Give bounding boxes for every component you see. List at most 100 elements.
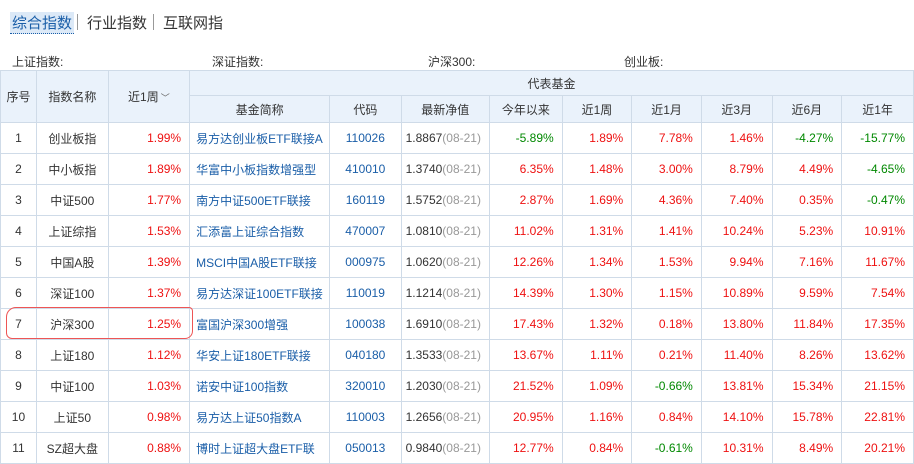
fund-nav-value: 1.2656 xyxy=(405,410,443,424)
fund-3m: 13.80% xyxy=(700,308,773,340)
fund-3m: 1.46% xyxy=(700,122,773,154)
fund-code-link[interactable]: 410010 xyxy=(345,162,385,176)
fund-code-link[interactable]: 110003 xyxy=(346,410,385,424)
header-index-name: 指数名称 xyxy=(35,70,109,123)
fund-nav-value: 1.1214 xyxy=(405,286,443,300)
fund-1w: 1.48% xyxy=(561,153,633,185)
fund-code-link[interactable]: 470007 xyxy=(345,224,385,238)
index-week-change: 1.25% xyxy=(107,308,191,340)
header-index: 序号 xyxy=(0,70,37,123)
fund-ytd: 12.26% xyxy=(488,246,563,278)
header-nav[interactable]: 最新净值 xyxy=(400,95,490,123)
index-week-change: 1.37% xyxy=(107,277,191,309)
fund-6m: 7.16% xyxy=(771,246,843,278)
fund-1m: -0.61% xyxy=(631,432,702,464)
fund-ytd: 20.95% xyxy=(488,401,563,433)
header-ytd[interactable]: 今年以来 xyxy=(488,95,563,123)
fund-1y: 17.35% xyxy=(841,308,914,340)
tab-internet-index[interactable]: 互联网指 xyxy=(163,12,223,33)
fund-6m: 11.84% xyxy=(771,308,843,340)
fund-ytd: 12.77% xyxy=(488,432,563,464)
fund-code-cell: 110019 xyxy=(329,277,402,309)
fund-1m: 7.78% xyxy=(631,122,702,154)
fund-code-cell: 050013 xyxy=(329,432,402,464)
fund-nav-date: (08-21) xyxy=(442,441,481,455)
row-number: 8 xyxy=(0,339,37,371)
fund-1y: 11.67% xyxy=(841,246,914,278)
fund-code-cell: 320010 xyxy=(329,370,402,402)
fund-name-cell: 博时上证超大盘ETF联 xyxy=(189,432,331,464)
fund-code-link[interactable]: 000975 xyxy=(345,255,385,269)
fund-1y: 22.81% xyxy=(841,401,914,433)
fund-1y: 7.54% xyxy=(841,277,914,309)
table-row: 7 沪深300 1.25% 富国沪深300增强 100038 1.6910(08-21) 1… xyxy=(0,308,914,340)
fund-1y: 10.91% xyxy=(841,215,914,247)
index-name: 中小板指 xyxy=(35,153,109,185)
header-fund-3m[interactable]: 近3月 xyxy=(700,95,773,123)
fund-1w: 1.89% xyxy=(561,122,633,154)
fund-name-cell: 汇添富上证综合指数 xyxy=(189,215,331,247)
fund-name-link[interactable]: 华安上证180ETF联接 xyxy=(196,349,311,363)
fund-code-cell: 160119 xyxy=(329,184,402,216)
fund-ytd: 13.67% xyxy=(488,339,563,371)
fund-code-link[interactable]: 100038 xyxy=(345,317,385,331)
fund-3m: 14.10% xyxy=(700,401,773,433)
fund-3m: 10.89% xyxy=(700,277,773,309)
fund-code-link[interactable]: 110019 xyxy=(346,286,385,300)
fund-code-link[interactable]: 050013 xyxy=(345,441,385,455)
fund-name-link[interactable]: 易方达创业板ETF联接A xyxy=(196,132,323,146)
fund-name-cell: 富国沪深300增强 xyxy=(189,308,331,340)
fund-code-cell: 110003 xyxy=(329,401,402,433)
tab-separator xyxy=(153,14,154,30)
fund-name-link[interactable]: MSCI中国A股ETF联接 xyxy=(196,256,317,270)
header-fund-1m[interactable]: 近1月 xyxy=(631,95,702,123)
index-week-change: 1.39% xyxy=(107,246,191,278)
header-fund-1y[interactable]: 近1年 xyxy=(841,95,914,123)
fund-name-link[interactable]: 易方达上证50指数A xyxy=(196,411,301,425)
fund-nav: 1.2656(08-21) xyxy=(400,401,490,433)
fund-name-link[interactable]: 华富中小板指数增强型 xyxy=(196,163,316,177)
fund-1m: -0.66% xyxy=(631,370,702,402)
fund-code-link[interactable]: 320010 xyxy=(345,379,385,393)
fund-nav: 1.8867(08-21) xyxy=(400,122,490,154)
chevron-down-icon: ﹀ xyxy=(160,93,170,103)
fund-3m: 8.79% xyxy=(700,153,773,185)
fund-code-link[interactable]: 040180 xyxy=(345,348,385,362)
tab-industry-index[interactable]: 行业指数 xyxy=(87,12,147,33)
index-name: 沪深300 xyxy=(35,308,109,340)
index-name: 上证50 xyxy=(35,401,109,433)
fund-nav: 1.6910(08-21) xyxy=(400,308,490,340)
fund-nav: 1.1214(08-21) xyxy=(400,277,490,309)
fund-code-cell: 000975 xyxy=(329,246,402,278)
fund-3m: 10.24% xyxy=(700,215,773,247)
fund-nav-date: (08-21) xyxy=(442,162,481,176)
fund-6m: 9.59% xyxy=(771,277,843,309)
index-week-change: 0.98% xyxy=(107,401,191,433)
fund-name-link[interactable]: 汇添富上证综合指数 xyxy=(196,225,304,239)
fund-name-link[interactable]: 博时上证超大盘ETF联 xyxy=(196,442,315,456)
fund-code-link[interactable]: 160119 xyxy=(346,193,385,207)
fund-3m: 13.81% xyxy=(700,370,773,402)
header-fund-1w[interactable]: 近1周 xyxy=(561,95,633,123)
quote-hs300-label: 沪深300: xyxy=(428,55,476,69)
fund-3m: 11.40% xyxy=(700,339,773,371)
header-representative-fund: 代表基金 xyxy=(189,70,914,96)
fund-6m: 4.49% xyxy=(771,153,843,185)
header-fund-6m[interactable]: 近6月 xyxy=(771,95,843,123)
table-row: 1 创业板指 1.99% 易方达创业板ETF联接A 110026 1.8867(08-21… xyxy=(0,122,914,154)
fund-nav: 1.3533(08-21) xyxy=(400,339,490,371)
tab-composite-index[interactable]: 综合指数 xyxy=(10,12,75,34)
fund-name-link[interactable]: 富国沪深300增强 xyxy=(196,318,288,332)
fund-code-link[interactable]: 110026 xyxy=(346,131,385,145)
fund-1w: 1.34% xyxy=(561,246,633,278)
fund-1y: -4.65% xyxy=(841,153,914,185)
header-week-sortable[interactable]: 近1周 ﹀ xyxy=(107,70,191,123)
fund-name-link[interactable]: 诺安中证100指数 xyxy=(196,380,288,394)
fund-1w: 1.16% xyxy=(561,401,633,433)
fund-name-link[interactable]: 易方达深证100ETF联接 xyxy=(196,287,323,301)
fund-name-cell: 华安上证180ETF联接 xyxy=(189,339,331,371)
table-row: 5 中国A股 1.39% MSCI中国A股ETF联接 000975 1.0620(08-2… xyxy=(0,246,914,278)
fund-name-link[interactable]: 南方中证500ETF联接 xyxy=(196,194,311,208)
fund-ytd: 21.52% xyxy=(488,370,563,402)
index-name: 中证100 xyxy=(35,370,109,402)
